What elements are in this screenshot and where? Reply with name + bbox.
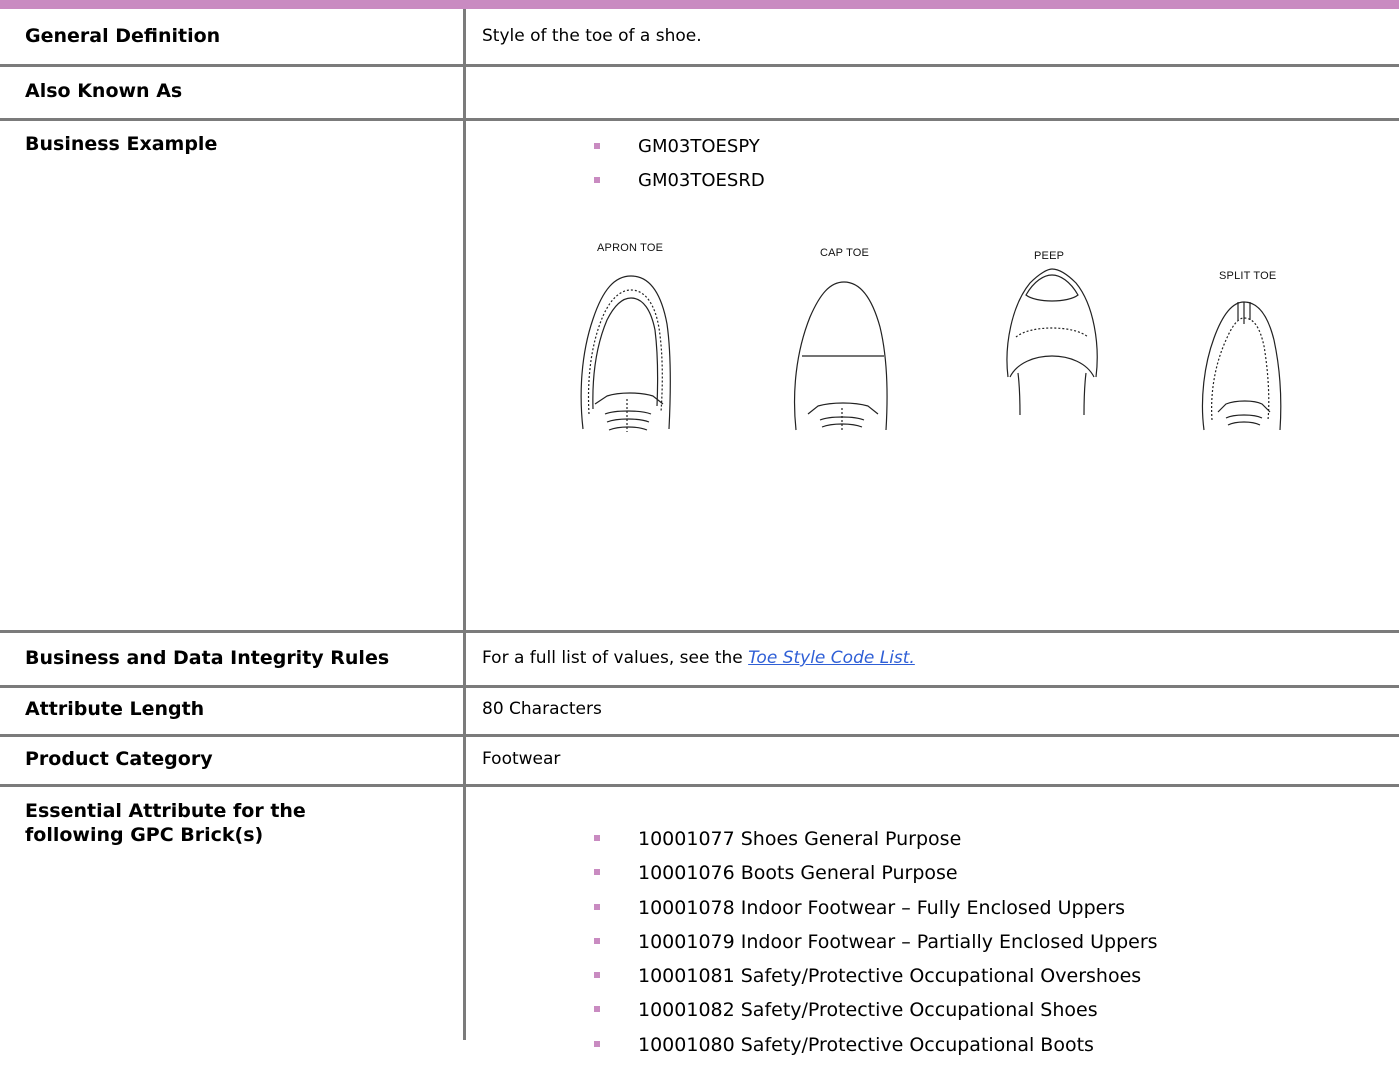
bullet-square-icon [594,869,600,876]
list-item: 10001080 Safety/Protective Occupational … [594,1034,1158,1068]
list-item: 10001076 Boots General Purpose [594,862,1158,896]
attribute-definition-table: General Definition Style of the toe of a… [0,0,1399,1056]
split-toe-illustration-icon [1201,301,1282,431]
bullet-square-icon [594,972,600,979]
row-label-integrity-rules: Business and Data Integrity Rules [25,647,390,669]
row-label-gpc-bricks: Essential Attribute for the following GP… [25,800,306,846]
illustration-label-split-toe: SPLIT TOE [1219,270,1277,282]
column-divider [463,9,466,1040]
illustration-label-apron-toe: APRON TOE [597,242,664,254]
row-divider [0,734,1399,737]
row-label-product-category: Product Category [25,748,213,770]
row-value-general-definition: Style of the toe of a shoe. [482,26,702,46]
apron-toe-illustration-icon [580,275,671,432]
row-value-integrity-rules: For a full list of values, see the Toe S… [482,647,915,669]
bullet-square-icon [594,1006,600,1013]
bullet-square-icon [594,177,600,183]
business-example-codes: GM03TOESPY GM03TOESRD [594,136,765,204]
bullet-square-icon [594,143,600,149]
list-item: 10001079 Indoor Footwear – Partially Enc… [594,931,1158,965]
row-divider [0,630,1399,633]
list-item: 10001077 Shoes General Purpose [594,828,1158,862]
row-value-product-category: Footwear [482,749,561,769]
bullet-square-icon [594,903,600,910]
gpc-brick-list: 10001077 Shoes General Purpose 10001076 … [594,828,1158,1068]
list-item: GM03TOESRD [594,170,765,204]
bullet-square-icon [594,937,600,944]
integrity-rules-text: For a full list of values, see the [482,648,749,668]
cap-toe-illustration-icon [793,281,888,432]
bullet-square-icon [594,835,600,841]
toe-style-code-list-link[interactable]: Toe Style Code List. [748,648,915,668]
row-label-general-definition: General Definition [25,25,221,47]
row-divider [0,64,1399,67]
row-value-attribute-length: 80 Characters [482,699,602,719]
bullet-square-icon [594,1040,600,1047]
list-item: GM03TOESPY [594,136,765,170]
illustration-label-peep: PEEP [1034,250,1065,262]
row-divider [0,784,1399,787]
illustration-label-cap-toe: CAP TOE [820,247,870,259]
list-item: 10001082 Safety/Protective Occupational … [594,999,1158,1033]
row-label-business-example: Business Example [25,133,218,155]
list-item: 10001081 Safety/Protective Occupational … [594,965,1158,999]
row-label-attribute-length: Attribute Length [25,698,205,720]
header-rule [0,0,1399,9]
row-divider [0,685,1399,688]
row-label-also-known-as: Also Known As [25,80,183,102]
peep-toe-illustration-icon [1006,268,1098,416]
list-item: 10001078 Indoor Footwear – Fully Enclose… [594,897,1158,931]
row-divider [0,118,1399,121]
